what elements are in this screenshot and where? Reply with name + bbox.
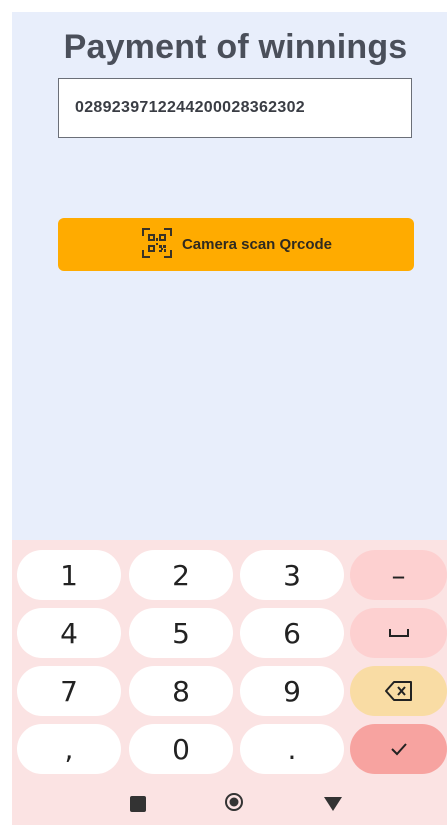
- key-comma[interactable]: ,: [17, 724, 121, 774]
- back-button[interactable]: [323, 796, 343, 812]
- checkmark-icon: [390, 743, 407, 756]
- circle-icon: [225, 793, 243, 811]
- key-0[interactable]: 0: [129, 724, 233, 774]
- camera-scan-button[interactable]: Camera scan Qrcode: [58, 218, 414, 271]
- key-3[interactable]: 3: [240, 550, 344, 600]
- key-9[interactable]: 9: [240, 666, 344, 716]
- app-content: Payment of winnings 02892397122442000283…: [12, 12, 447, 540]
- key-1[interactable]: 1: [17, 550, 121, 600]
- triangle-down-icon: [324, 797, 342, 811]
- key-7[interactable]: 7: [17, 666, 121, 716]
- key-5[interactable]: 5: [129, 608, 233, 658]
- space-bar-icon: [388, 629, 409, 637]
- camera-scan-label: Camera scan Qrcode: [181, 236, 333, 253]
- key-space[interactable]: [350, 608, 447, 658]
- numeric-keyboard: 1 2 3 – 4 5 6 7 8 9 , 0 .: [12, 540, 447, 825]
- key-6[interactable]: 6: [240, 608, 344, 658]
- key-4[interactable]: 4: [17, 608, 121, 658]
- code-input-field[interactable]: 02892397122442000283623​02: [58, 78, 412, 138]
- key-enter[interactable]: [350, 724, 447, 774]
- key-backspace[interactable]: [350, 666, 447, 716]
- qr-code-icon: [140, 226, 174, 264]
- home-button[interactable]: [224, 792, 244, 812]
- page-title: Payment of winnings: [63, 28, 408, 66]
- key-period[interactable]: .: [240, 724, 344, 774]
- backspace-icon: [384, 681, 412, 701]
- recents-button[interactable]: [130, 796, 146, 812]
- key-2[interactable]: 2: [129, 550, 233, 600]
- key-minus[interactable]: –: [350, 550, 447, 600]
- key-8[interactable]: 8: [129, 666, 233, 716]
